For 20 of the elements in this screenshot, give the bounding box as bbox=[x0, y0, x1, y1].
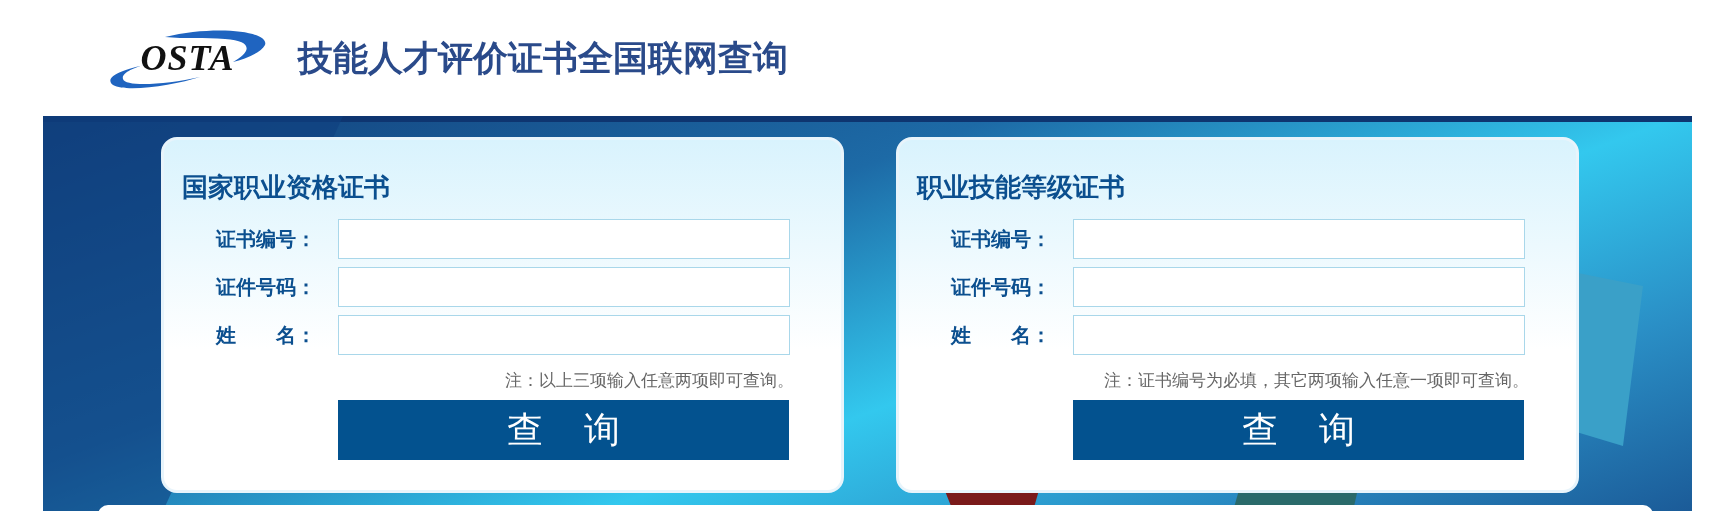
field-label: 证件号码： bbox=[949, 273, 1052, 301]
field-label: 姓 名： bbox=[214, 321, 317, 349]
field-label: 姓 名： bbox=[949, 321, 1052, 349]
query-button[interactable]: 查 询 bbox=[1073, 400, 1524, 460]
field-label: 证件号码： bbox=[214, 273, 317, 301]
hint-note: 注：以上三项输入任意两项即可查询。 bbox=[505, 369, 794, 392]
hint-note: 注：证书编号为必填，其它两项输入任意一项即可查询。 bbox=[1104, 369, 1529, 392]
query-button[interactable]: 查 询 bbox=[338, 400, 789, 460]
input-field[interactable] bbox=[1073, 267, 1525, 307]
card-title: 国家职业资格证书 bbox=[182, 171, 391, 204]
site-title: 技能人才评价证书全国联网查询 bbox=[298, 36, 788, 80]
input-field[interactable] bbox=[338, 219, 790, 259]
card-title: 职业技能等级证书 bbox=[917, 171, 1126, 204]
input-field[interactable] bbox=[338, 315, 790, 355]
field-label: 证书编号： bbox=[214, 225, 317, 253]
input-field[interactable] bbox=[1073, 315, 1525, 355]
field-label: 证书编号： bbox=[949, 225, 1052, 253]
input-field[interactable] bbox=[338, 267, 790, 307]
osta-logo: OSTA bbox=[105, 27, 270, 89]
input-field[interactable] bbox=[1073, 219, 1525, 259]
